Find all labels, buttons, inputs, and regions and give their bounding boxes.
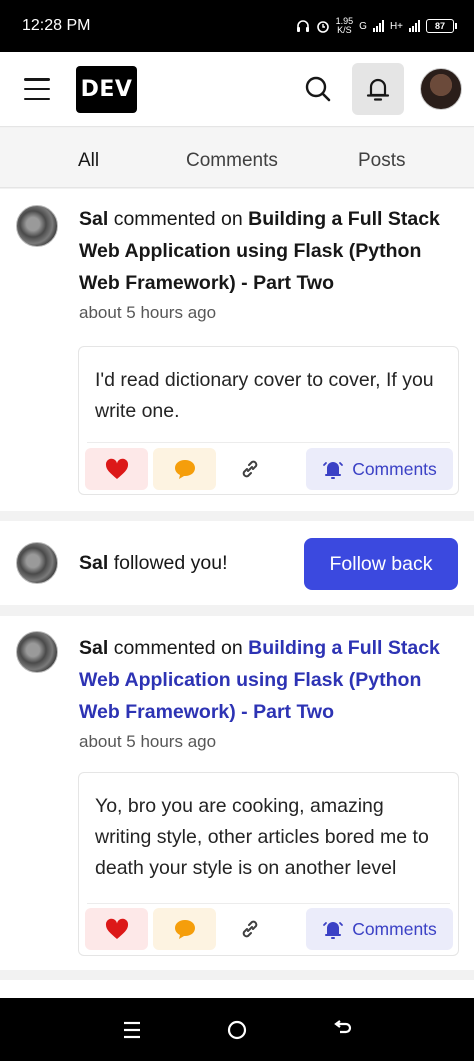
- notification-action: commented on: [113, 208, 243, 230]
- app-header: DEV: [0, 52, 474, 127]
- search-button[interactable]: [292, 63, 344, 115]
- user-name[interactable]: Sal: [79, 208, 108, 230]
- network-speed-unit: K/S: [337, 25, 352, 35]
- divider: [87, 903, 450, 904]
- reply-button[interactable]: [153, 908, 216, 950]
- alarm-icon: [316, 21, 329, 33]
- notification-text: Sal commented on Building a Full Stack W…: [79, 632, 456, 728]
- heart-icon: [105, 458, 128, 479]
- tab-all[interactable]: All: [78, 150, 99, 172]
- comment-box: I'd read dictionary cover to cover, If y…: [78, 346, 459, 495]
- commenter-avatar[interactable]: [16, 205, 58, 247]
- follower-avatar[interactable]: [16, 542, 58, 584]
- battery-icon: 87: [426, 19, 457, 33]
- commenter-avatar[interactable]: [16, 631, 58, 673]
- network-type-2: H+: [389, 20, 403, 32]
- tab-comments[interactable]: Comments: [186, 150, 278, 172]
- back-icon[interactable]: [331, 1019, 353, 1041]
- notification-tabs: All Comments Posts: [0, 128, 474, 188]
- tab-posts[interactable]: Posts: [358, 150, 406, 172]
- status-bar: 12:28 PM 1.95 K/S G H+ 87: [0, 0, 474, 52]
- recent-apps-icon[interactable]: [121, 1020, 143, 1040]
- notification-text: Sal commented on Building a Full Stack W…: [79, 203, 456, 299]
- reply-button[interactable]: [153, 448, 216, 490]
- divider: [87, 442, 450, 443]
- signal-icon-2: [409, 20, 420, 32]
- network-speed: 1.95 K/S: [336, 17, 354, 35]
- user-name[interactable]: Sal: [79, 552, 108, 574]
- notification-action: commented on: [113, 637, 243, 659]
- link-icon: [242, 920, 258, 938]
- status-time: 12:28 PM: [22, 17, 91, 34]
- headphones-icon: [296, 20, 309, 32]
- battery-level: 87: [434, 21, 445, 31]
- notification-action: followed you!: [113, 552, 228, 574]
- comment-bubble-icon: [174, 920, 195, 939]
- like-button[interactable]: [85, 448, 148, 490]
- subscribe-label: Comments: [352, 918, 437, 939]
- like-button[interactable]: [85, 908, 148, 950]
- subscribe-comments-button[interactable]: Comments: [306, 908, 453, 950]
- subscribe-comments-button[interactable]: Comments: [306, 448, 453, 490]
- comment-text: I'd read dictionary cover to cover, If y…: [95, 369, 434, 422]
- link-icon: [242, 460, 258, 478]
- notification-card: Sal commented on Building a Full Stack W…: [0, 189, 474, 511]
- copy-link-button[interactable]: [229, 908, 271, 950]
- follow-back-button[interactable]: Follow back: [304, 538, 458, 590]
- system-nav-bar: [0, 998, 474, 1061]
- notification-time: about 5 hours ago: [79, 732, 217, 751]
- bell-ring-icon: [323, 922, 344, 939]
- dev-logo[interactable]: DEV: [76, 65, 137, 113]
- notifications-button[interactable]: [352, 63, 404, 115]
- status-icons: 1.95 K/S G H+ 87: [296, 17, 457, 35]
- notification-card: Sal commented on Building a Full Stack W…: [0, 616, 474, 970]
- network-type-1: G: [359, 20, 367, 32]
- comment-box: Yo, bro you are cooking, amazing writing…: [78, 772, 459, 956]
- comment-bubble-icon: [174, 460, 195, 479]
- notification-card-partial: [0, 980, 474, 1000]
- notification-time: about 5 hours ago: [79, 303, 217, 322]
- home-icon[interactable]: [226, 1019, 248, 1041]
- bell-icon: [366, 78, 390, 101]
- comment-text: Yo, bro you are cooking, amazing writing…: [95, 795, 429, 879]
- search-icon: [305, 76, 331, 102]
- copy-link-button[interactable]: [229, 448, 271, 490]
- follow-notification-card: Sal followed you! Follow back: [0, 521, 474, 605]
- signal-icon: [372, 20, 384, 32]
- subscribe-label: Comments: [352, 458, 437, 479]
- user-name[interactable]: Sal: [79, 637, 108, 659]
- bell-ring-icon: [323, 462, 344, 479]
- heart-icon: [105, 918, 128, 939]
- hamburger-menu-icon[interactable]: [22, 77, 52, 101]
- user-avatar[interactable]: [420, 68, 462, 110]
